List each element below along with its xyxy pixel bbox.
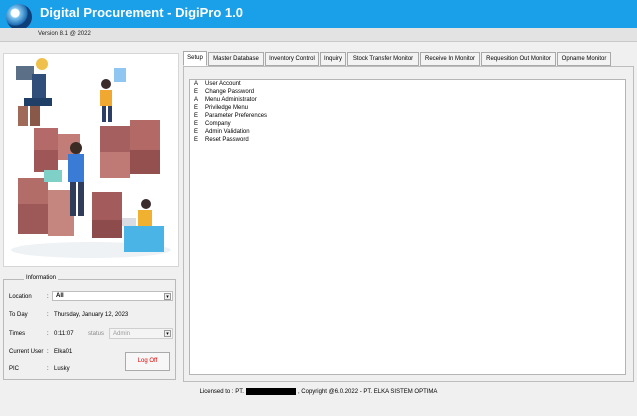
- pic-colon: :: [47, 366, 49, 372]
- main-tabs: Setup Master Database Inventory Control …: [183, 51, 613, 66]
- information-legend: Information: [24, 275, 59, 281]
- location-label: Location: [9, 294, 32, 300]
- item-label: Reset Password: [205, 137, 249, 143]
- tab-opname-monitor[interactable]: Opname Monitor: [557, 52, 611, 66]
- pic-value: Lusky: [54, 366, 70, 372]
- app-logo-icon: [6, 4, 32, 30]
- current-user-colon: :: [47, 349, 49, 355]
- pic-label: PIC: [9, 366, 20, 372]
- status-value: Admin: [113, 331, 131, 337]
- tab-master-database[interactable]: Master Database: [208, 52, 264, 66]
- status-select: Admin ▾: [109, 328, 173, 339]
- list-item[interactable]: A Menu Administrator: [191, 97, 625, 105]
- tab-stock-transfer-monitor[interactable]: Stock Transfer Monitor: [347, 52, 419, 66]
- list-item[interactable]: E Parameter Preferences: [191, 113, 625, 121]
- location-select[interactable]: All ▾: [52, 291, 173, 301]
- license-footer: Licensed to : PT. , Copyright @6.0.2022 -…: [0, 388, 637, 404]
- location-value: All: [56, 293, 64, 299]
- times-colon: :: [47, 331, 49, 337]
- item-label: Parameter Preferences: [205, 113, 268, 119]
- current-user-label: Current User: [9, 349, 44, 355]
- item-code: E: [194, 137, 199, 143]
- item-label: Company: [205, 121, 231, 127]
- item-label: Priviledge Menu: [205, 105, 249, 111]
- list-item[interactable]: E Company: [191, 121, 625, 129]
- item-label: Admin Validation: [205, 129, 250, 135]
- item-code: E: [194, 121, 199, 127]
- item-code: E: [194, 129, 199, 135]
- item-label: User Account: [205, 81, 241, 87]
- item-code: A: [194, 81, 199, 87]
- current-user-value: Elka01: [54, 349, 73, 355]
- item-label: Change Password: [205, 89, 255, 95]
- list-item[interactable]: E Admin Validation: [191, 129, 625, 137]
- setup-tab-panel: A User Account E Change Password A Menu …: [183, 66, 634, 382]
- version-bar: Version 8.1 @ 2022: [0, 28, 637, 42]
- item-code: E: [194, 113, 199, 119]
- log-off-button[interactable]: Log Off: [125, 352, 170, 371]
- license-suffix: , Copyright @6.0.2022 - PT. ELKA SISTEM …: [297, 389, 438, 396]
- information-panel: Information Location : All ▾ To Day : Th…: [3, 275, 176, 380]
- warehouse-illustration: [3, 53, 179, 267]
- today-value: Thursday, January 12, 2023: [54, 312, 129, 318]
- item-label: Menu Administrator: [205, 97, 257, 103]
- tab-setup[interactable]: Setup: [183, 51, 207, 66]
- status-label: status: [88, 331, 105, 337]
- today-colon: :: [47, 312, 49, 318]
- list-item[interactable]: E Reset Password: [191, 137, 625, 145]
- tab-requesition-out-monitor[interactable]: Requesition Out Monitor: [481, 52, 556, 66]
- tab-receive-in-monitor[interactable]: Receive In Monitor: [420, 52, 480, 66]
- license-prefix: Licensed to : PT.: [199, 389, 244, 396]
- item-code: E: [194, 89, 199, 95]
- list-item[interactable]: E Priviledge Menu: [191, 105, 625, 113]
- tab-inventory-control[interactable]: Inventory Control: [265, 52, 319, 66]
- item-code: E: [194, 105, 199, 111]
- version-label: Version 8.1 @ 2022: [38, 31, 91, 37]
- item-code: A: [194, 97, 199, 103]
- chevron-down-icon[interactable]: ▾: [164, 293, 171, 300]
- today-label: To Day: [9, 312, 28, 318]
- location-colon: :: [47, 294, 49, 300]
- redacted-company-name: [245, 388, 296, 395]
- chevron-down-icon: ▾: [164, 330, 171, 337]
- app-title: Digital Procurement - DigiPro 1.0: [40, 5, 243, 20]
- setup-menu-list: A User Account E Change Password A Menu …: [189, 79, 626, 375]
- warehouse-illustration-icon: [11, 58, 171, 258]
- list-item[interactable]: E Change Password: [191, 89, 625, 97]
- times-value: 0:11:07: [54, 331, 74, 337]
- tab-inquiry[interactable]: Inquiry: [320, 52, 346, 66]
- title-bar: Digital Procurement - DigiPro 1.0: [0, 0, 637, 30]
- list-item[interactable]: A User Account: [191, 81, 625, 89]
- times-label: Times: [9, 331, 26, 337]
